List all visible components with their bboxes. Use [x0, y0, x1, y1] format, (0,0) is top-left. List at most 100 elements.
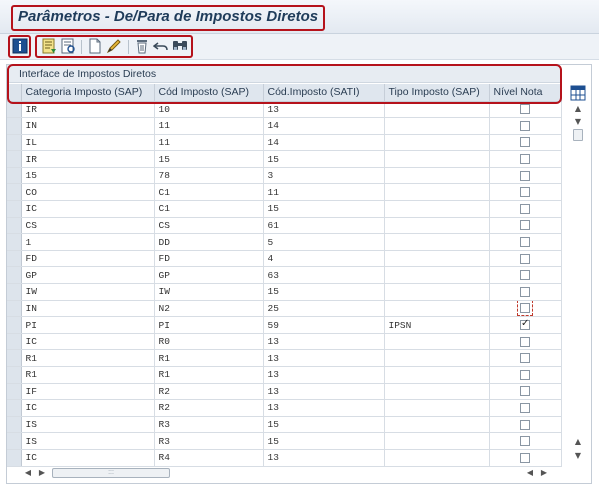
cod-imposto-sap-cell[interactable]: PI [154, 316, 264, 334]
find-button[interactable] [171, 37, 189, 55]
nivel-nota-checkbox[interactable] [520, 336, 530, 347]
tipo-imposto-cell[interactable] [384, 150, 490, 168]
tipo-imposto-cell[interactable] [384, 399, 490, 417]
vertical-scrollbar[interactable]: ▲ ▼ ▲ ▼ [571, 103, 585, 465]
categoria-cell[interactable]: IF [21, 383, 155, 401]
categoria-cell[interactable]: IS [21, 416, 155, 434]
column-header-cod-imposto-sati[interactable]: Cód.Imposto (SATI) [263, 84, 385, 102]
cod-imposto-sati-cell[interactable]: 15 [263, 432, 385, 450]
table-row[interactable]: IC R0 13 [7, 333, 562, 351]
categoria-cell[interactable]: IR [21, 101, 155, 119]
cod-imposto-sap-cell[interactable]: R2 [154, 383, 264, 401]
cod-imposto-sap-cell[interactable]: R2 [154, 399, 264, 417]
scroll-right-icon[interactable]: ▶ [538, 467, 550, 479]
categoria-cell[interactable]: IL [21, 134, 155, 152]
cod-imposto-sati-cell[interactable]: 4 [263, 250, 385, 268]
nivel-nota-checkbox[interactable] [520, 187, 530, 198]
cod-imposto-sap-cell[interactable]: DD [154, 233, 264, 251]
cod-imposto-sati-cell[interactable]: 13 [263, 333, 385, 351]
column-header-tipo-imposto[interactable]: Tipo Imposto (SAP) [384, 84, 490, 102]
cod-imposto-sati-cell[interactable]: 5 [263, 233, 385, 251]
scroll-right-page-icon[interactable]: ▶ [36, 467, 48, 479]
display-change-button[interactable] [40, 37, 58, 55]
table-row[interactable]: IS R3 15 [7, 432, 562, 450]
cod-imposto-sati-cell[interactable]: 14 [263, 134, 385, 152]
row-selector[interactable] [7, 449, 22, 467]
row-selector[interactable] [7, 233, 22, 251]
nivel-nota-checkbox[interactable] [520, 170, 530, 181]
table-row[interactable]: IN N2 25 [7, 300, 562, 318]
tipo-imposto-cell[interactable] [384, 300, 490, 318]
cod-imposto-sati-cell[interactable]: 13 [263, 383, 385, 401]
column-header-categoria[interactable]: Categoria Imposto (SAP) [21, 84, 155, 102]
categoria-cell[interactable]: CO [21, 183, 155, 202]
table-row[interactable]: IC C1 15 [7, 200, 562, 218]
tipo-imposto-cell[interactable] [384, 101, 490, 119]
delete-button[interactable] [133, 37, 151, 55]
undo-button[interactable] [152, 37, 170, 55]
table-row[interactable]: IL 11 14 [7, 134, 562, 152]
row-selector[interactable] [7, 283, 22, 301]
cod-imposto-sap-cell[interactable]: 15 [154, 150, 264, 168]
nivel-nota-checkbox[interactable] [520, 419, 530, 430]
column-header-nivel-nota[interactable]: Nível Nota [489, 84, 562, 102]
categoria-cell[interactable]: IW [21, 283, 155, 301]
cod-imposto-sap-cell[interactable]: R3 [154, 432, 264, 450]
categoria-cell[interactable]: R1 [21, 366, 155, 384]
tipo-imposto-cell[interactable] [384, 366, 490, 384]
nivel-nota-checkbox[interactable] [520, 386, 530, 397]
cod-imposto-sati-cell[interactable]: 15 [263, 283, 385, 301]
scroll-left-page-icon[interactable]: ◀ [524, 467, 536, 479]
row-selector[interactable] [7, 416, 22, 434]
nivel-nota-checkbox[interactable] [520, 237, 530, 248]
cod-imposto-sati-cell[interactable]: 13 [263, 349, 385, 367]
table-row[interactable]: 15 78 3 [7, 167, 562, 185]
cod-imposto-sati-cell[interactable]: 13 [263, 449, 385, 467]
table-row[interactable]: R1 R1 13 [7, 366, 562, 384]
tipo-imposto-cell[interactable] [384, 117, 490, 135]
table-row[interactable]: IF R2 13 [7, 383, 562, 401]
nivel-nota-checkbox[interactable] [520, 286, 530, 297]
categoria-cell[interactable]: IC [21, 333, 155, 351]
cod-imposto-sati-cell[interactable]: 59 [263, 316, 385, 334]
info-button[interactable] [11, 37, 29, 55]
cod-imposto-sap-cell[interactable]: FD [154, 250, 264, 268]
cod-imposto-sap-cell[interactable]: R4 [154, 449, 264, 467]
categoria-cell[interactable]: IN [21, 117, 155, 135]
nivel-nota-checkbox[interactable] [520, 402, 530, 413]
tipo-imposto-cell[interactable] [384, 449, 490, 467]
tipo-imposto-cell[interactable] [384, 432, 490, 450]
column-header-cod-imposto-sap[interactable]: Cód Imposto (SAP) [154, 84, 264, 102]
table-row[interactable]: IC R4 13 [7, 449, 562, 467]
tipo-imposto-cell[interactable]: IPSN [384, 316, 490, 334]
table-row[interactable]: IN 11 14 [7, 117, 562, 135]
scroll-up-page-icon[interactable]: ▲ [571, 436, 585, 448]
nivel-nota-checkbox[interactable] [520, 137, 530, 148]
categoria-cell[interactable]: IN [21, 300, 155, 318]
nivel-nota-checkbox[interactable] [520, 203, 530, 214]
row-selector[interactable] [7, 117, 22, 135]
edit-button[interactable] [105, 37, 123, 55]
tipo-imposto-cell[interactable] [384, 266, 490, 285]
cod-imposto-sap-cell[interactable]: R1 [154, 366, 264, 384]
categoria-cell[interactable]: 15 [21, 167, 155, 185]
cod-imposto-sap-cell[interactable]: N2 [154, 300, 264, 318]
nivel-nota-checkbox[interactable] [520, 120, 530, 131]
cod-imposto-sati-cell[interactable]: 13 [263, 399, 385, 417]
categoria-cell[interactable]: IR [21, 150, 155, 168]
cod-imposto-sati-cell[interactable]: 13 [263, 101, 385, 119]
scroll-left-icon[interactable]: ◀ [22, 467, 34, 479]
nivel-nota-checkbox[interactable] [520, 154, 530, 165]
categoria-cell[interactable]: IC [21, 200, 155, 218]
cod-imposto-sati-cell[interactable]: 61 [263, 217, 385, 235]
cod-imposto-sap-cell[interactable]: 78 [154, 167, 264, 185]
categoria-cell[interactable]: CS [21, 217, 155, 235]
nivel-nota-checkbox[interactable] [517, 300, 533, 316]
cod-imposto-sap-cell[interactable]: 10 [154, 101, 264, 119]
row-selector[interactable] [7, 167, 22, 185]
row-selector[interactable] [7, 134, 22, 152]
tipo-imposto-cell[interactable] [384, 283, 490, 301]
cod-imposto-sap-cell[interactable]: CS [154, 217, 264, 235]
categoria-cell[interactable]: GP [21, 266, 155, 285]
cod-imposto-sati-cell[interactable]: 63 [263, 266, 385, 285]
